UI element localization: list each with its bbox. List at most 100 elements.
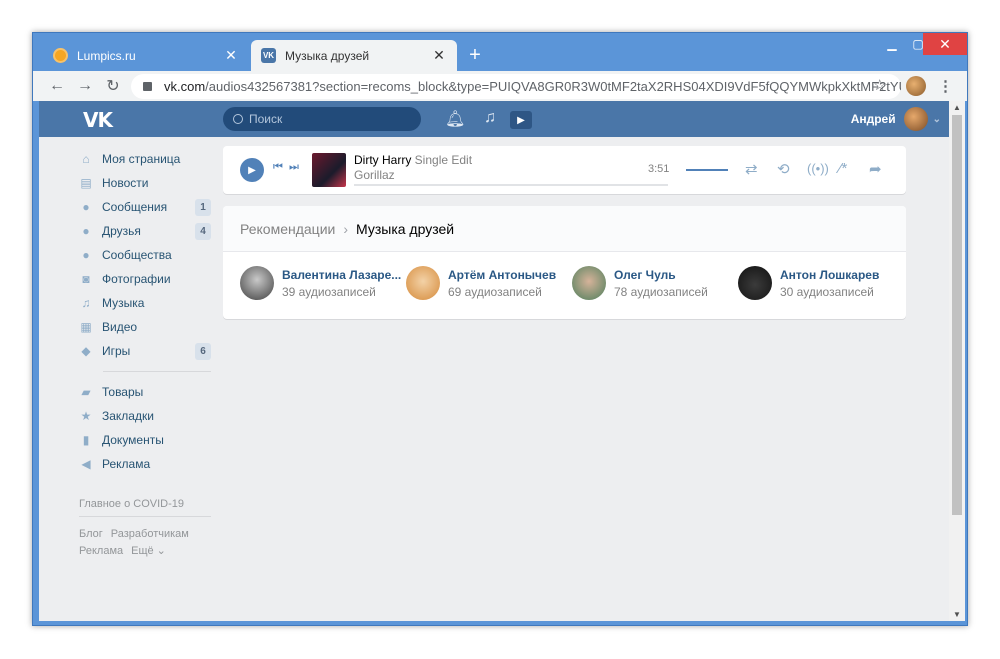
friends-list: Валентина Лазаре... 39 аудиозаписей Артём… [240, 266, 904, 300]
video-icon: ▦ [80, 320, 92, 334]
sidebar-item-video[interactable]: ▦ Видео [79, 315, 211, 339]
page-title: Музыка друзей [356, 220, 455, 237]
tab-strip: Lumpics.ru ✕ VK Музыка друзей ✕ + ▁ ▢ ✕ [33, 33, 967, 71]
sidebar-item-label: Новости [102, 176, 149, 190]
covid-link[interactable]: Главное о COVID-19 [79, 498, 211, 510]
avatar [738, 266, 772, 300]
track-progress-bar[interactable] [354, 184, 668, 186]
sidebar-item-ads[interactable]: ◀ Реклама [79, 452, 211, 476]
scroll-up-icon[interactable]: ▲ [949, 103, 965, 112]
back-arrow-icon[interactable]: ← [43, 77, 71, 95]
tab-lumpics[interactable]: Lumpics.ru ✕ [43, 40, 249, 71]
minimize-button[interactable]: ▁ [879, 33, 905, 55]
recommendations-card: Рекомендации › Музыка друзей Валентина Л… [223, 206, 906, 319]
url-host: vk.com [164, 79, 206, 94]
chevron-down-icon: ⌄ [932, 113, 941, 125]
share-icon[interactable]: ➦ [869, 160, 882, 178]
sidebar-item-label: Видео [102, 320, 138, 334]
tab-close-icon[interactable]: ✕ [431, 47, 447, 64]
broadcast-icon[interactable]: ((•)) [807, 161, 829, 176]
bookmark-star-icon[interactable]: ☆ [873, 76, 886, 94]
sidebar-item-my-page[interactable]: ⌂ Моя страница [79, 147, 211, 171]
news-icon: ▤ [80, 176, 92, 190]
avatar [572, 266, 606, 300]
address-bar[interactable]: vk.com/audios432567381?section=recoms_bl… [131, 74, 901, 99]
sidebar-item-music[interactable]: ♫ Музыка [79, 291, 211, 315]
vk-favicon-icon: VK [261, 48, 276, 63]
reload-icon[interactable]: ↻ [99, 76, 127, 96]
sidebar-item-bookmarks[interactable]: ★ Закладки [79, 404, 211, 428]
friend-item[interactable]: Олег Чуль 78 аудиозаписей [572, 266, 738, 300]
forward-arrow-icon[interactable]: → [71, 77, 99, 95]
new-tab-button[interactable]: + [463, 45, 487, 65]
browser-toolbar: ← → ↻ vk.com/audios432567381?section=rec… [33, 71, 967, 101]
next-track-icon[interactable]: ⏭︎ [289, 161, 299, 174]
repeat-icon[interactable]: ⟲ [777, 160, 790, 178]
previous-track-icon[interactable]: ⏮︎ [273, 161, 283, 174]
vk-header: VK Поиск 🔔︎ ♫ ▶ Андрей ⌄ [39, 101, 949, 137]
track-title[interactable]: Dirty Harry Single Edit [354, 153, 472, 167]
track-subtitle: Single Edit [414, 153, 473, 167]
blog-link[interactable]: Блог [79, 528, 103, 540]
friend-name[interactable]: Валентина Лазаре... [282, 268, 401, 282]
close-window-button[interactable]: ✕ [923, 33, 967, 55]
sidebar-item-photos[interactable]: ◙ Фотографии [79, 267, 211, 291]
breadcrumb-recommendations[interactable]: Рекомендации [240, 221, 335, 237]
counter-badge: 6 [195, 342, 211, 360]
sidebar-item-documents[interactable]: ▮ Документы [79, 428, 211, 452]
tab-close-icon[interactable]: ✕ [223, 47, 239, 64]
player-play-icon[interactable]: ▶ [510, 111, 532, 129]
friend-name[interactable]: Артём Антонычев [448, 268, 556, 282]
play-button[interactable]: ▶ [240, 158, 264, 182]
sidebar-item-friends[interactable]: ● Друзья 4 [79, 219, 211, 243]
counter-badge: 1 [195, 198, 211, 216]
sidebar-item-communities[interactable]: ● Сообщества [79, 243, 211, 267]
page-scrollbar[interactable]: ▲ ▼ [949, 101, 965, 621]
sidebar-item-games[interactable]: ◆ Игры 6 [79, 339, 211, 363]
audio-player: ▶ ⏮︎ ⏭︎ Dirty Harry Single Edit Gorillaz… [223, 146, 906, 194]
track-name: Dirty Harry [354, 153, 412, 167]
user-menu[interactable]: Андрей ⌄ [851, 107, 941, 131]
music-note-icon[interactable]: ♫ [484, 109, 496, 127]
megaphone-icon: ◀ [81, 457, 91, 471]
avatar [240, 266, 274, 300]
search-icon [233, 114, 243, 124]
browser-menu-icon[interactable]: ⋮ [938, 77, 953, 95]
magic-wand-icon[interactable]: ⁄* [839, 160, 847, 177]
ads-link[interactable]: Реклама [79, 545, 123, 557]
notifications-bell-icon[interactable]: 🔔︎ [445, 109, 465, 129]
friend-item[interactable]: Артём Антонычев 69 аудиозаписей [406, 266, 572, 300]
vk-page: VK Поиск 🔔︎ ♫ ▶ Андрей ⌄ ⌂ Моя страница ▤… [39, 101, 949, 621]
tab-vk-music[interactable]: VK Музыка друзей ✕ [251, 40, 457, 71]
star-icon: ★ [80, 409, 92, 423]
friends-icon: ● [82, 224, 90, 238]
more-link[interactable]: Ещё ⌄ [131, 544, 166, 557]
friend-audio-count: 39 аудиозаписей [282, 284, 376, 299]
sidebar-item-label: Фотографии [102, 272, 171, 286]
lumpics-favicon-icon [53, 48, 68, 63]
scroll-down-icon[interactable]: ▼ [949, 610, 965, 619]
sidebar-item-news[interactable]: ▤ Новости [79, 171, 211, 195]
friend-name[interactable]: Олег Чуль [614, 268, 708, 282]
sidebar-item-label: Друзья [102, 224, 141, 238]
friend-item[interactable]: Валентина Лазаре... 39 аудиозаписей [240, 266, 406, 300]
scrollbar-thumb[interactable] [952, 115, 962, 515]
browser-window: Lumpics.ru ✕ VK Музыка друзей ✕ + ▁ ▢ ✕ … [32, 32, 968, 626]
camera-icon: ◙ [82, 272, 90, 286]
avatar [406, 266, 440, 300]
sidebar-divider [103, 371, 211, 372]
sidebar-item-messages[interactable]: ● Сообщения 1 [79, 195, 211, 219]
friend-item[interactable]: Антон Лошкарев 30 аудиозаписей [738, 266, 904, 300]
friend-name[interactable]: Антон Лошкарев [780, 268, 879, 282]
volume-slider[interactable] [686, 169, 728, 171]
breadcrumb: Рекомендации › Музыка друзей [223, 206, 906, 252]
track-artist[interactable]: Gorillaz [354, 168, 395, 182]
shopping-bag-icon: ▰ [81, 385, 91, 399]
sidebar-item-goods[interactable]: ▰ Товары [79, 380, 211, 404]
shuffle-icon[interactable]: ⇄ [745, 160, 758, 178]
vk-logo[interactable]: VK [83, 108, 113, 132]
communities-icon: ● [82, 248, 90, 262]
search-input[interactable]: Поиск [223, 107, 421, 131]
profile-avatar[interactable] [906, 76, 926, 96]
developers-link[interactable]: Разработчикам [111, 528, 189, 540]
